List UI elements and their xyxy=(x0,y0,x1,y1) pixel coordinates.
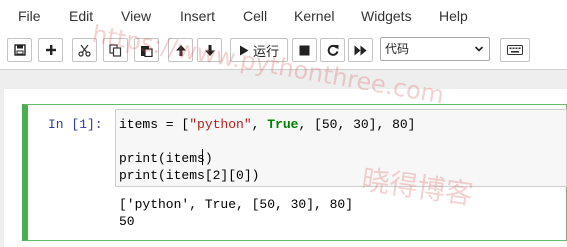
menu-kernel[interactable]: Kernel xyxy=(294,7,334,25)
code-text: items = [ xyxy=(119,117,190,132)
copy-icon xyxy=(109,43,122,57)
interrupt-button[interactable] xyxy=(292,38,317,62)
command-palette-button[interactable] xyxy=(500,38,530,62)
chevron-down-icon xyxy=(474,38,484,67)
cut-button[interactable] xyxy=(72,38,97,62)
menu-insert[interactable]: Insert xyxy=(180,7,215,25)
menu-help[interactable]: Help xyxy=(439,7,468,25)
move-up-button[interactable] xyxy=(168,38,193,62)
move-down-button[interactable] xyxy=(197,38,222,62)
menu-cell[interactable]: Cell xyxy=(243,7,267,25)
play-icon xyxy=(239,45,249,56)
menu-widgets[interactable]: Widgets xyxy=(361,7,412,25)
code-line-4: print(items[2][0]) xyxy=(119,168,260,183)
input-prompt: In [1]: xyxy=(48,117,103,132)
scissors-icon xyxy=(78,44,91,57)
restart-button[interactable] xyxy=(320,38,345,62)
menu-bar: File Edit View Insert Cell Kernel Widget… xyxy=(0,0,567,32)
code-line-3: print(items) xyxy=(119,151,213,166)
code-line-1: items = ["python", True, [50, 30], 80] xyxy=(119,116,416,133)
arrow-down-icon xyxy=(204,44,216,57)
menu-view[interactable]: View xyxy=(121,7,151,25)
menu-edit[interactable]: Edit xyxy=(69,7,93,25)
output-line: ['python', True, [50, 30], 80] xyxy=(119,197,354,212)
arrow-up-icon xyxy=(175,44,187,57)
stop-icon xyxy=(299,45,310,56)
cell-type-value: 代码 xyxy=(385,42,410,56)
save-button[interactable] xyxy=(7,38,32,62)
keyboard-icon xyxy=(507,45,523,55)
save-icon xyxy=(13,44,26,56)
add-cell-button[interactable] xyxy=(38,38,63,62)
paste-button[interactable] xyxy=(134,38,159,62)
plus-icon xyxy=(45,44,57,56)
code-text: , xyxy=(251,117,268,132)
restart-icon xyxy=(327,44,339,56)
menu-file[interactable]: File xyxy=(18,7,41,25)
restart-run-all-button[interactable] xyxy=(348,38,373,62)
paste-icon xyxy=(140,44,153,57)
run-button[interactable]: 运行 xyxy=(230,38,288,62)
fast-forward-icon xyxy=(354,45,367,56)
output-line: 50 xyxy=(119,214,135,229)
run-label: 运行 xyxy=(252,43,279,59)
code-text: , [50, 30], 80] xyxy=(298,117,416,132)
code-keyword: True xyxy=(267,117,299,132)
text-cursor xyxy=(202,149,203,165)
cell-type-select[interactable]: 代码 xyxy=(380,37,490,61)
code-string: "python" xyxy=(189,117,252,132)
copy-button[interactable] xyxy=(103,38,128,62)
